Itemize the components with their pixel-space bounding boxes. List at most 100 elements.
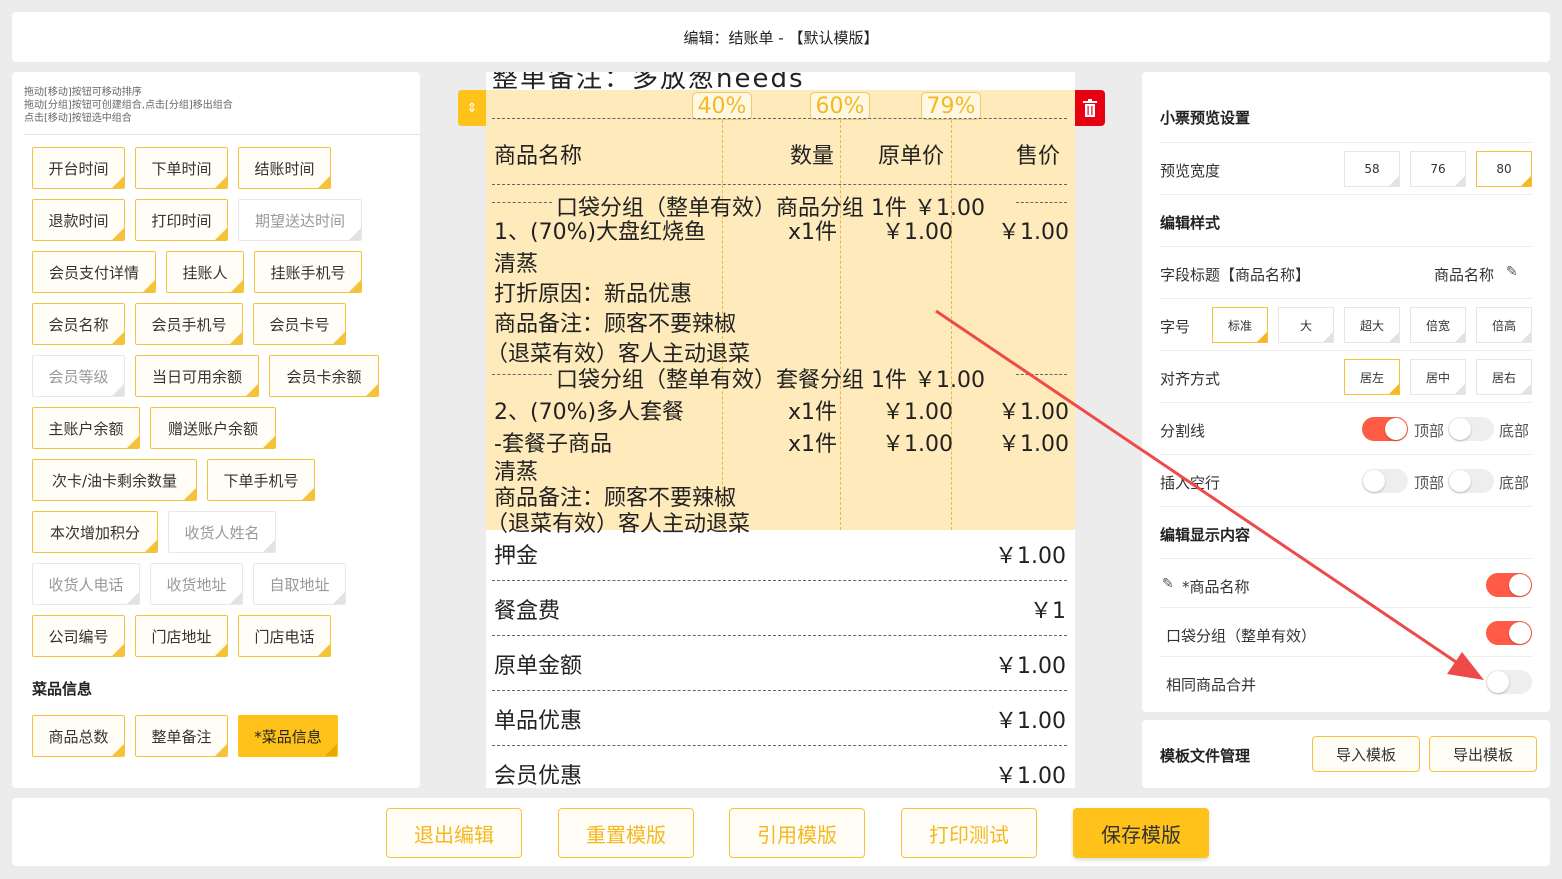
move-handle-button[interactable]: ⇕ [458, 90, 486, 126]
field-chip-points-added[interactable]: 本次增加积分 [32, 511, 158, 553]
export-template-button[interactable]: 导出模板 [1429, 736, 1537, 772]
receipt-divider [492, 690, 1067, 691]
field-chip-card-balance[interactable]: 会员卡余额 [269, 355, 379, 397]
font-size-label: 字号 [1160, 318, 1191, 336]
divider-bottom-toggle[interactable] [1448, 417, 1494, 441]
font-option-xlarge[interactable]: 超大 [1344, 307, 1400, 343]
divider [1160, 246, 1532, 247]
width-option-80[interactable]: 80 [1476, 151, 1532, 187]
field-chip-order-phone[interactable]: 下单手机号 [207, 459, 315, 501]
preview-width-label: 预览宽度 [1160, 162, 1221, 180]
field-chip-refund-time[interactable]: 退款时间 [32, 199, 125, 241]
section-title-dish-info: 菜品信息 [32, 680, 93, 698]
delete-block-button[interactable] [1075, 90, 1105, 126]
align-option-left[interactable]: 居左 [1344, 359, 1400, 395]
font-option-large[interactable]: 大 [1278, 307, 1334, 343]
field-chip-order-remark[interactable]: 整单备注 [135, 715, 228, 757]
field-chip-store-phone[interactable]: 门店电话 [238, 615, 331, 657]
divider [1160, 142, 1532, 143]
divider [1160, 350, 1532, 351]
divider [1160, 298, 1532, 299]
field-chip-member-card[interactable]: 会员卡号 [253, 303, 346, 345]
field-chip-checkout-time[interactable]: 结账时间 [238, 147, 331, 189]
field-chip-receiver-phone[interactable]: 收货人电话 [32, 563, 140, 605]
font-option-standard[interactable]: 标准 [1212, 307, 1268, 343]
field-palette-panel: 拖动[移动]按钮可移动排序 拖动[分组]按钮可创建组合,点击[分组]移出组合 点… [12, 72, 420, 788]
edit-icon[interactable]: ✎ [1162, 576, 1174, 592]
field-chip-dish-info[interactable]: *菜品信息 [238, 715, 338, 757]
print-test-button[interactable]: 打印测试 [901, 808, 1037, 858]
template-file-title: 模板文件管理 [1160, 747, 1251, 765]
exit-edit-button[interactable]: 退出编辑 [386, 808, 522, 858]
width-option-76[interactable]: 76 [1410, 151, 1466, 187]
edit-icon[interactable]: ✎ [1506, 264, 1518, 280]
blank-top-toggle[interactable] [1362, 469, 1408, 493]
field-chip-order-time[interactable]: 下单时间 [135, 147, 228, 189]
align-option-center[interactable]: 居中 [1410, 359, 1466, 395]
column-percent-handle[interactable]: 60% [810, 92, 870, 120]
merge-same-items-toggle[interactable] [1486, 670, 1532, 694]
field-chip-member-payment[interactable]: 会员支付详情 [32, 251, 156, 293]
field-chip-card-remaining[interactable]: 次卡/油卡剩余数量 [32, 459, 197, 501]
edit-style-title: 编辑样式 [1160, 214, 1221, 232]
item-detail: 商品备注：顾客不要辣椒 [494, 312, 737, 337]
divider [1160, 558, 1532, 559]
summary-value: ￥1.00 [995, 764, 1066, 788]
field-title-label: 字段标题【商品名称】 [1160, 266, 1311, 284]
field-chip-open-time[interactable]: 开台时间 [32, 147, 125, 189]
product-name-toggle[interactable] [1486, 573, 1532, 597]
receipt-preview: 整单备注：多放葱needs 40% 60% 79% 商品名称 数量 原单价 售价… [486, 72, 1075, 788]
divider [1160, 506, 1532, 507]
divider-setting-label: 分割线 [1160, 422, 1206, 440]
field-chip-company-no[interactable]: 公司编号 [32, 615, 125, 657]
align-label: 对齐方式 [1160, 370, 1221, 388]
blank-bottom-toggle[interactable] [1448, 469, 1494, 493]
item-price: ￥1.00 [882, 220, 953, 245]
hint-line: 点击[移动]按钮选中组合 [24, 113, 132, 124]
field-chip-daily-balance[interactable]: 当日可用余额 [135, 355, 259, 397]
pocket-group-toggle[interactable] [1486, 621, 1532, 645]
field-chip-expected-delivery[interactable]: 期望送达时间 [238, 199, 362, 241]
save-template-button[interactable]: 保存模版 [1073, 808, 1209, 858]
receipt-divider [492, 580, 1067, 581]
field-chip-member-level[interactable]: 会员等级 [32, 355, 125, 397]
column-guide [840, 120, 841, 530]
item-qty: x1件 [788, 432, 838, 457]
reset-template-button[interactable]: 重置模版 [558, 808, 694, 858]
width-option-58[interactable]: 58 [1344, 151, 1400, 187]
field-chip-total-items[interactable]: 商品总数 [32, 715, 125, 757]
drag-hints: 拖动[移动]按钮可移动排序 拖动[分组]按钮可创建组合,点击[分组]移出组合 点… [24, 86, 233, 125]
item-detail: （退菜有效）客人主动退菜 [486, 512, 751, 537]
field-chip-credit-phone[interactable]: 挂账手机号 [254, 251, 362, 293]
field-chip-credit-person[interactable]: 挂账人 [166, 251, 244, 293]
align-option-right[interactable]: 居右 [1476, 359, 1532, 395]
receipt-divider [492, 184, 1067, 185]
field-chip-print-time[interactable]: 打印时间 [135, 199, 228, 241]
field-chip-member-phone[interactable]: 会员手机号 [135, 303, 243, 345]
item-price: ￥1.00 [882, 400, 953, 425]
field-chip-store-address[interactable]: 门店地址 [135, 615, 228, 657]
page-header: 编辑：结账单 - 【默认模版】 [12, 12, 1550, 62]
reference-template-button[interactable]: 引用模版 [729, 808, 865, 858]
summary-label: 单品优惠 [494, 709, 583, 734]
field-chip-receiver-address[interactable]: 收货地址 [150, 563, 243, 605]
field-chip-pickup-address[interactable]: 自取地址 [253, 563, 346, 605]
item-price: ￥1.00 [882, 432, 953, 457]
divider-top-toggle[interactable] [1362, 417, 1408, 441]
page-title: 编辑：结账单 - 【默认模版】 [683, 28, 879, 47]
divider [1160, 607, 1532, 608]
column-percent-handle[interactable]: 40% [692, 92, 752, 120]
field-chip-main-balance[interactable]: 主账户余额 [32, 407, 140, 449]
action-bar: 退出编辑 重置模版 引用模版 打印测试 保存模版 [12, 798, 1550, 866]
import-template-button[interactable]: 导入模板 [1312, 736, 1420, 772]
receipt-divider [492, 635, 1067, 636]
column-percent-handle[interactable]: 79% [921, 92, 981, 120]
field-chip-gift-balance[interactable]: 赠送账户余额 [150, 407, 276, 449]
item-sale: ￥1.00 [998, 400, 1069, 425]
item-name: 2、(70%)多人套餐 [494, 400, 685, 425]
font-option-double-height[interactable]: 倍高 [1476, 307, 1532, 343]
field-chip-receiver-name[interactable]: 收货人姓名 [168, 511, 276, 553]
field-chip-member-name[interactable]: 会员名称 [32, 303, 125, 345]
font-option-double-width[interactable]: 倍宽 [1410, 307, 1466, 343]
field-title-value[interactable]: 商品名称 [1434, 264, 1494, 285]
